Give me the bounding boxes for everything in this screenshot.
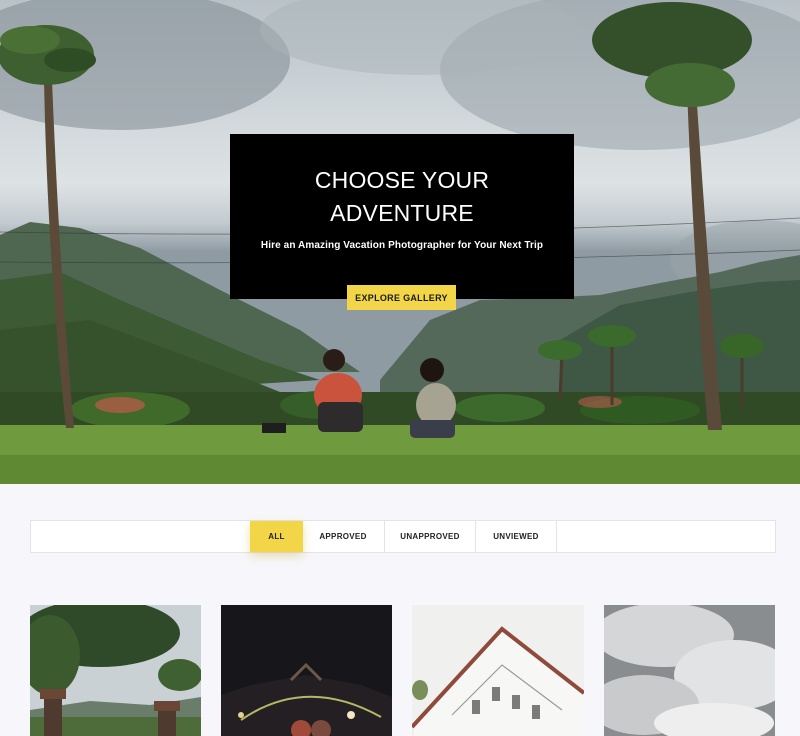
filter-bar: ALL APPROVED UNAPPROVED UNVIEWED <box>30 520 776 553</box>
gallery-card[interactable] <box>412 605 584 736</box>
gallery-card[interactable] <box>221 605 392 736</box>
hero-title-line1: CHOOSE YOUR <box>314 167 490 193</box>
filter-tab-unviewed[interactable]: UNVIEWED <box>476 521 557 552</box>
gallery-card[interactable] <box>604 605 775 736</box>
hero-caption-box: CHOOSE YOUR ADVENTURE Hire an Amazing Va… <box>230 134 574 299</box>
cloudy-sky-photo <box>604 605 775 736</box>
hero-title-line2: ADVENTURE <box>330 200 474 226</box>
explore-gallery-button[interactable]: EXPLORE GALLERY <box>347 285 456 310</box>
night-bridge-lights-photo <box>221 605 392 736</box>
hero-title: CHOOSE YOUR ADVENTURE <box>230 164 574 230</box>
filter-tab-all[interactable]: ALL <box>250 521 303 552</box>
gallery-card[interactable] <box>30 605 201 736</box>
filter-tab-unapproved[interactable]: UNAPPROVED <box>385 521 476 552</box>
hero-subtitle: Hire an Amazing Vacation Photographer fo… <box>260 240 544 251</box>
tropical-garden-photo <box>30 605 201 736</box>
white-building-photo <box>412 605 584 736</box>
filter-tab-approved[interactable]: APPROVED <box>302 521 385 552</box>
